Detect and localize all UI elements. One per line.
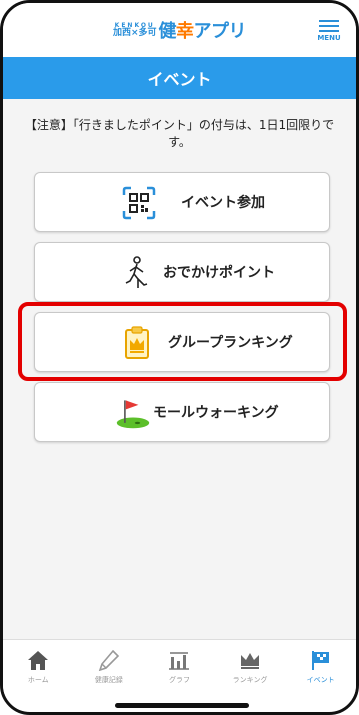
mall-walking-button[interactable]: モールウォーキング — [34, 382, 330, 442]
hamburger-icon — [319, 20, 339, 22]
logo-subtitle: KENKOU 加西×多可 — [112, 22, 157, 38]
nav-label-health-record: 健康記録 — [94, 676, 123, 684]
nav-item-ranking[interactable]: ランキング — [215, 640, 286, 694]
hamburger-icon-bar — [319, 25, 339, 27]
nav-label-ranking: ランキング — [232, 676, 268, 684]
hamburger-icon-bar — [319, 30, 339, 32]
logo-title-3: アプリ — [193, 21, 247, 42]
mall-walking-label: モールウォーキング — [153, 405, 279, 421]
golf-flag-icon — [115, 395, 151, 431]
app-logo: KENKOU 加西×多可 健幸アプリ — [112, 17, 247, 43]
home-indicator[interactable] — [115, 703, 249, 708]
bar-graph-icon — [166, 648, 192, 672]
menu-button[interactable]: MENU — [314, 17, 344, 47]
nav-item-graph[interactable]: グラフ — [144, 640, 215, 694]
logo-cities: 加西×多可 — [112, 27, 157, 38]
menu-label: MENU — [317, 34, 341, 42]
qr-code-icon — [121, 185, 157, 221]
notice-text: 【注意】「行きましたポイント」の付与は、1日1回限りです。 — [24, 118, 335, 149]
phone-frame: KENKOU 加西×多可 健幸アプリ MENU イベント 【注意】「行きましたポ… — [0, 0, 359, 715]
group-ranking-button[interactable]: グループランキング — [34, 312, 330, 372]
event-participation-label: イベント参加 — [181, 195, 265, 211]
logo-title-2: 幸 — [176, 21, 194, 42]
pencil-icon — [96, 648, 122, 672]
nav-item-event[interactable]: イベント — [285, 640, 356, 694]
nav-label-home: ホーム — [27, 676, 49, 684]
crown-icon — [237, 648, 263, 672]
nav-label-event: イベント — [306, 676, 335, 684]
nav-label-graph: グラフ — [168, 676, 190, 684]
nav-item-health-record[interactable]: 健康記録 — [74, 640, 145, 694]
event-participation-button[interactable]: イベント参加 — [34, 172, 330, 232]
walking-person-icon — [119, 255, 155, 291]
page-title: イベント — [3, 57, 356, 99]
outing-points-button[interactable]: おでかけポイント — [34, 242, 330, 302]
home-icon — [25, 648, 51, 672]
logo-title-1: 健 — [158, 21, 177, 42]
outing-points-label: おでかけポイント — [163, 265, 275, 281]
main-content: 【注意】「行きましたポイント」の付与は、1日1回限りです。 イベント参加 おでか… — [3, 99, 356, 639]
logo-title: 健幸アプリ — [159, 17, 247, 43]
group-ranking-label: グループランキング — [168, 335, 293, 351]
crown-clipboard-icon — [119, 325, 155, 361]
app-header: KENKOU 加西×多可 健幸アプリ MENU — [3, 3, 356, 57]
bottom-navigation: ホーム 健康記録 グラフ ランキング イベント — [3, 639, 356, 694]
nav-item-home[interactable]: ホーム — [3, 640, 74, 694]
event-flag-icon — [308, 648, 334, 672]
